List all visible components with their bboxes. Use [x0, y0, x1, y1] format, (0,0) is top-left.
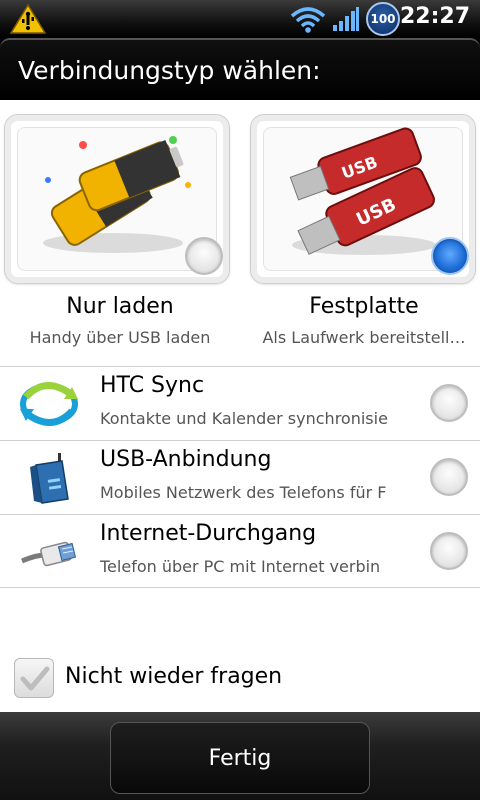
usb-warning-icon [10, 4, 46, 34]
done-button[interactable]: Fertig [110, 722, 370, 794]
option-htc-sync[interactable]: HTC Sync Kontakte und Kalender synchroni… [0, 366, 480, 440]
option-title: USB-Anbindung [100, 447, 272, 472]
status-bar: 100 22:27 [0, 0, 480, 38]
network-cable-icon [21, 541, 77, 567]
dont-ask-again-label: Nicht wieder fragen [65, 664, 283, 689]
htc-sync-radio[interactable] [430, 384, 468, 422]
option-desc: Mobiles Netzwerk des Telefons für F [100, 483, 387, 502]
mode-card-disk-drive[interactable]: USB USB [250, 114, 476, 284]
dont-ask-again-checkbox[interactable] [14, 658, 54, 698]
mode-desc-charge-only: Handy über USB laden [29, 328, 211, 347]
option-internet-pass-through[interactable]: Internet-Durchgang Telefon über PC mit I… [0, 514, 480, 588]
checkmark-icon [20, 666, 50, 691]
dialog-header: Verbindungstyp wählen: [0, 38, 480, 100]
usb-stick-icon: USB USB [289, 127, 436, 255]
dont-ask-again-row[interactable]: Nicht wieder fragen [14, 656, 454, 700]
option-usb-tethering[interactable]: USB-Anbindung Mobiles Netzwerk des Telef… [0, 440, 480, 514]
option-title: HTC Sync [100, 373, 205, 398]
battery-icon: BATT [43, 136, 191, 253]
mode-label-charge-only: Nur laden [66, 294, 174, 319]
mode-label-disk-drive: Festplatte [309, 294, 419, 319]
disk-drive-radio[interactable] [431, 237, 469, 275]
dialog-content: BATT USB USB [0, 100, 480, 712]
modem-icon [30, 453, 69, 504]
wifi-icon [290, 7, 326, 33]
option-desc: Telefon über PC mit Internet verbin [100, 557, 381, 576]
status-time: 22:27 [399, 4, 470, 29]
signal-icon [333, 7, 359, 31]
connection-options-list: HTC Sync Kontakte und Kalender synchroni… [0, 366, 480, 588]
charge-only-radio[interactable] [185, 237, 223, 275]
sync-icon [20, 382, 78, 426]
mode-card-charge-only[interactable]: BATT [4, 114, 230, 284]
option-desc: Kontakte und Kalender synchronisie [100, 409, 388, 428]
option-title: Internet-Durchgang [100, 521, 317, 546]
battery-icon: 100 [366, 2, 400, 36]
internet-pass-through-radio[interactable] [430, 532, 468, 570]
bottom-bar: Fertig [0, 712, 480, 800]
mode-desc-disk-drive: Als Laufwerk bereitstell… [262, 328, 466, 347]
usb-tethering-radio[interactable] [430, 458, 468, 496]
dialog-title: Verbindungstyp wählen: [18, 56, 321, 85]
